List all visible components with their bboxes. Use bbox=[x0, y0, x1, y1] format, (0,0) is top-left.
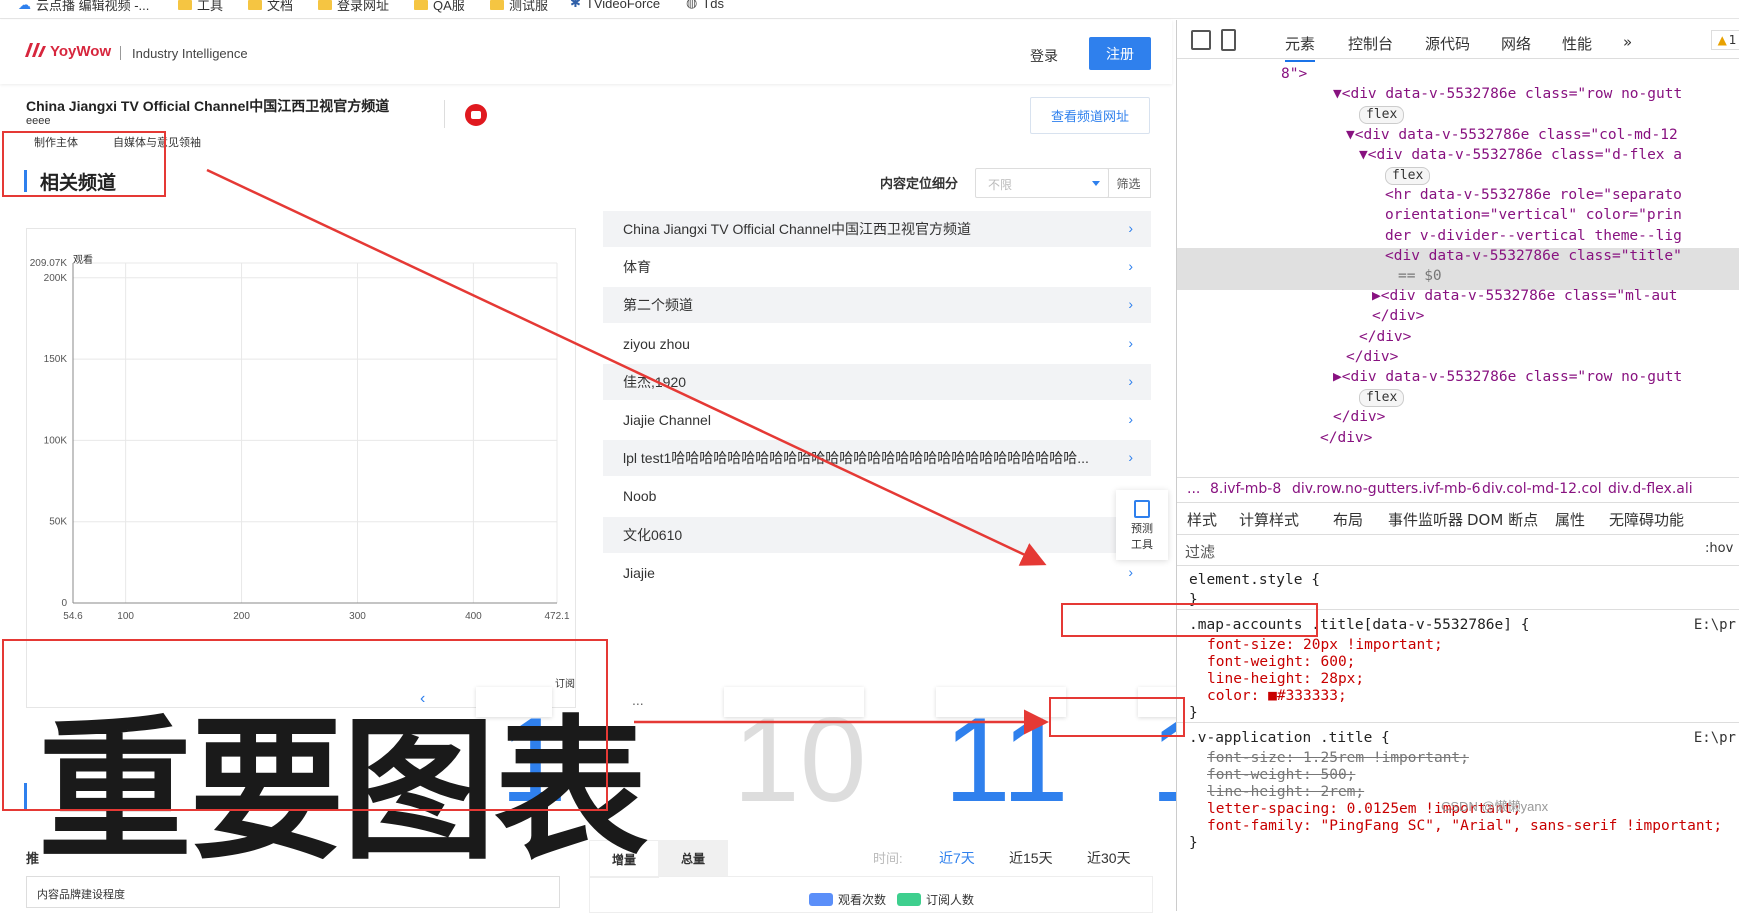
arrow-to-rule bbox=[206, 168, 1047, 566]
annotation-arrows bbox=[206, 168, 1049, 735]
